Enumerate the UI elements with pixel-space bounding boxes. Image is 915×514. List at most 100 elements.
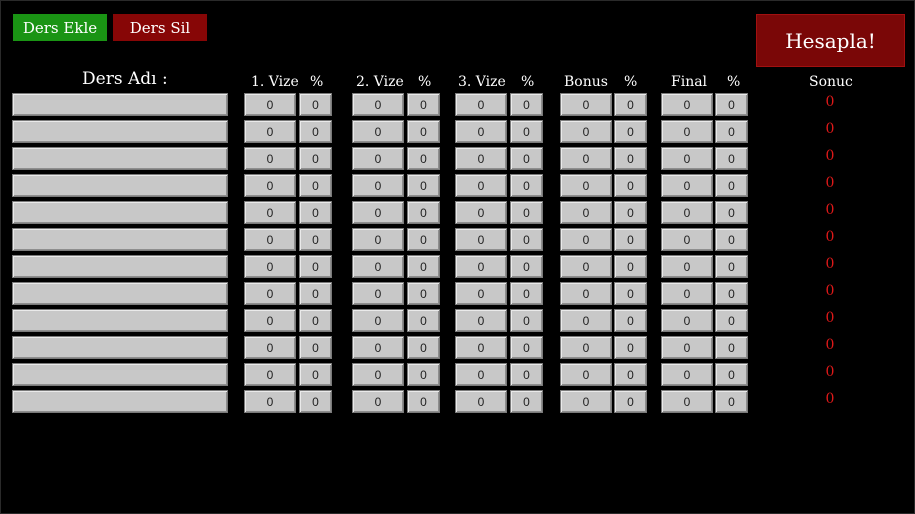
- vize3-percent-input[interactable]: 0: [510, 147, 543, 170]
- final-grade-input[interactable]: 0: [661, 255, 713, 278]
- course-name-input[interactable]: [12, 120, 228, 143]
- vize3-grade-input[interactable]: 0: [455, 363, 507, 386]
- final-percent-input[interactable]: 0: [715, 363, 748, 386]
- vize2-percent-input[interactable]: 0: [407, 282, 440, 305]
- vize3-grade-input[interactable]: 0: [455, 120, 507, 143]
- vize2-percent-input[interactable]: 0: [407, 174, 440, 197]
- vize1-percent-input[interactable]: 0: [299, 282, 332, 305]
- vize3-percent-input[interactable]: 0: [510, 282, 543, 305]
- course-name-input[interactable]: [12, 336, 228, 359]
- final-grade-input[interactable]: 0: [661, 390, 713, 413]
- vize1-percent-input[interactable]: 0: [299, 255, 332, 278]
- vize2-grade-input[interactable]: 0: [352, 282, 404, 305]
- vize1-percent-input[interactable]: 0: [299, 336, 332, 359]
- vize3-percent-input[interactable]: 0: [510, 201, 543, 224]
- vize2-grade-input[interactable]: 0: [352, 309, 404, 332]
- vize1-percent-input[interactable]: 0: [299, 147, 332, 170]
- final-percent-input[interactable]: 0: [715, 228, 748, 251]
- vize1-grade-input[interactable]: 0: [244, 390, 296, 413]
- final-grade-input[interactable]: 0: [661, 309, 713, 332]
- vize3-percent-input[interactable]: 0: [510, 174, 543, 197]
- vize2-grade-input[interactable]: 0: [352, 363, 404, 386]
- bonus-grade-input[interactable]: 0: [560, 93, 612, 116]
- bonus-percent-input[interactable]: 0: [614, 309, 647, 332]
- vize2-percent-input[interactable]: 0: [407, 255, 440, 278]
- course-name-input[interactable]: [12, 147, 228, 170]
- final-grade-input[interactable]: 0: [661, 228, 713, 251]
- vize1-grade-input[interactable]: 0: [244, 363, 296, 386]
- vize2-grade-input[interactable]: 0: [352, 147, 404, 170]
- vize3-percent-input[interactable]: 0: [510, 309, 543, 332]
- vize3-percent-input[interactable]: 0: [510, 93, 543, 116]
- vize2-percent-input[interactable]: 0: [407, 120, 440, 143]
- remove-course-button[interactable]: Ders Sil: [113, 14, 207, 41]
- vize1-grade-input[interactable]: 0: [244, 309, 296, 332]
- vize1-grade-input[interactable]: 0: [244, 120, 296, 143]
- course-name-input[interactable]: [12, 93, 228, 116]
- bonus-grade-input[interactable]: 0: [560, 390, 612, 413]
- bonus-percent-input[interactable]: 0: [614, 363, 647, 386]
- course-name-input[interactable]: [12, 390, 228, 413]
- final-percent-input[interactable]: 0: [715, 120, 748, 143]
- final-percent-input[interactable]: 0: [715, 309, 748, 332]
- bonus-percent-input[interactable]: 0: [614, 255, 647, 278]
- vize2-grade-input[interactable]: 0: [352, 336, 404, 359]
- vize1-percent-input[interactable]: 0: [299, 390, 332, 413]
- vize1-percent-input[interactable]: 0: [299, 174, 332, 197]
- final-percent-input[interactable]: 0: [715, 174, 748, 197]
- final-grade-input[interactable]: 0: [661, 120, 713, 143]
- final-percent-input[interactable]: 0: [715, 147, 748, 170]
- vize2-percent-input[interactable]: 0: [407, 390, 440, 413]
- vize1-percent-input[interactable]: 0: [299, 228, 332, 251]
- vize3-percent-input[interactable]: 0: [510, 120, 543, 143]
- final-percent-input[interactable]: 0: [715, 93, 748, 116]
- bonus-percent-input[interactable]: 0: [614, 282, 647, 305]
- bonus-percent-input[interactable]: 0: [614, 201, 647, 224]
- vize3-percent-input[interactable]: 0: [510, 255, 543, 278]
- vize3-percent-input[interactable]: 0: [510, 228, 543, 251]
- vize1-percent-input[interactable]: 0: [299, 120, 332, 143]
- add-course-button[interactable]: Ders Ekle: [13, 14, 107, 41]
- bonus-grade-input[interactable]: 0: [560, 228, 612, 251]
- course-name-input[interactable]: [12, 282, 228, 305]
- vize3-percent-input[interactable]: 0: [510, 336, 543, 359]
- vize1-grade-input[interactable]: 0: [244, 174, 296, 197]
- course-name-input[interactable]: [12, 174, 228, 197]
- vize1-grade-input[interactable]: 0: [244, 228, 296, 251]
- vize3-grade-input[interactable]: 0: [455, 93, 507, 116]
- vize3-percent-input[interactable]: 0: [510, 363, 543, 386]
- vize2-percent-input[interactable]: 0: [407, 228, 440, 251]
- bonus-grade-input[interactable]: 0: [560, 255, 612, 278]
- final-percent-input[interactable]: 0: [715, 255, 748, 278]
- bonus-grade-input[interactable]: 0: [560, 174, 612, 197]
- vize1-grade-input[interactable]: 0: [244, 147, 296, 170]
- vize2-grade-input[interactable]: 0: [352, 201, 404, 224]
- vize2-percent-input[interactable]: 0: [407, 309, 440, 332]
- bonus-grade-input[interactable]: 0: [560, 282, 612, 305]
- vize2-percent-input[interactable]: 0: [407, 336, 440, 359]
- bonus-percent-input[interactable]: 0: [614, 336, 647, 359]
- vize1-grade-input[interactable]: 0: [244, 336, 296, 359]
- bonus-grade-input[interactable]: 0: [560, 201, 612, 224]
- vize2-percent-input[interactable]: 0: [407, 363, 440, 386]
- vize2-grade-input[interactable]: 0: [352, 174, 404, 197]
- vize2-percent-input[interactable]: 0: [407, 93, 440, 116]
- bonus-percent-input[interactable]: 0: [614, 174, 647, 197]
- final-grade-input[interactable]: 0: [661, 201, 713, 224]
- vize1-grade-input[interactable]: 0: [244, 201, 296, 224]
- vize3-grade-input[interactable]: 0: [455, 255, 507, 278]
- vize2-grade-input[interactable]: 0: [352, 228, 404, 251]
- bonus-percent-input[interactable]: 0: [614, 228, 647, 251]
- vize2-grade-input[interactable]: 0: [352, 390, 404, 413]
- vize1-grade-input[interactable]: 0: [244, 93, 296, 116]
- final-grade-input[interactable]: 0: [661, 336, 713, 359]
- calculate-button[interactable]: Hesapla!: [756, 14, 905, 67]
- vize2-percent-input[interactable]: 0: [407, 201, 440, 224]
- vize1-percent-input[interactable]: 0: [299, 363, 332, 386]
- bonus-percent-input[interactable]: 0: [614, 390, 647, 413]
- final-percent-input[interactable]: 0: [715, 201, 748, 224]
- vize3-grade-input[interactable]: 0: [455, 336, 507, 359]
- vize3-grade-input[interactable]: 0: [455, 228, 507, 251]
- vize1-grade-input[interactable]: 0: [244, 255, 296, 278]
- vize3-grade-input[interactable]: 0: [455, 201, 507, 224]
